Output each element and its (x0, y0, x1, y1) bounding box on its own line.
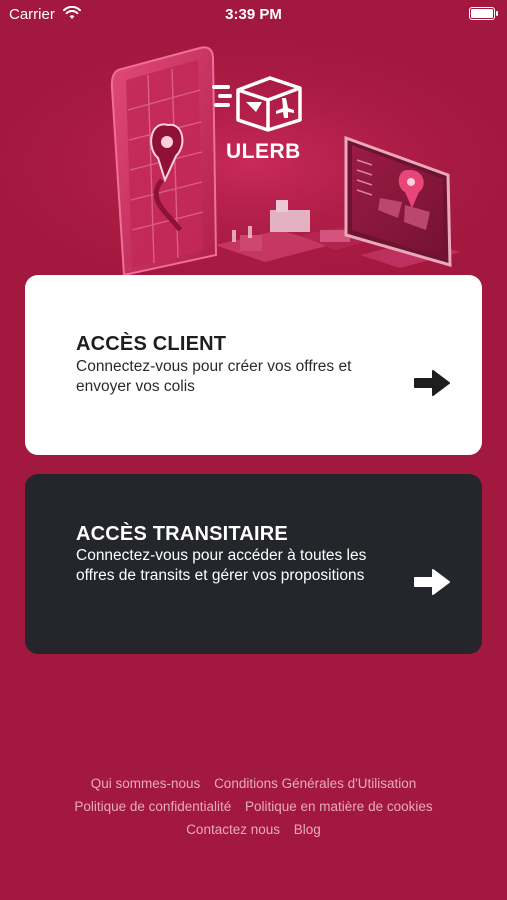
phone-map-illustration (110, 46, 218, 275)
link-contact-us[interactable]: Contactez nous (186, 822, 280, 837)
footer-links: Qui sommes-nous Conditions Générales d'U… (0, 772, 507, 841)
client-access-card[interactable]: ACCÈS CLIENT Connectez-vous pour créer v… (25, 275, 482, 455)
link-terms-of-use[interactable]: Conditions Générales d'Utilisation (214, 776, 416, 791)
transitaire-access-card[interactable]: ACCÈS TRANSITAIRE Connectez-vous pour ac… (25, 474, 482, 654)
status-bar: Carrier 3:39 PM (0, 0, 507, 30)
delivery-box-icon (212, 76, 302, 132)
link-about-us[interactable]: Qui sommes-nous (91, 776, 201, 791)
client-access-title: ACCÈS CLIENT (76, 333, 227, 355)
client-access-description: Connectez-vous pour créer vos offres et … (76, 358, 352, 395)
transitaire-access-title: ACCÈS TRANSITAIRE (76, 523, 288, 545)
transitaire-access-description: Connectez-vous pour accéder à toutes les… (76, 547, 367, 584)
arrow-right-icon[interactable] (413, 369, 451, 397)
link-cookie-policy[interactable]: Politique en matière de cookies (245, 799, 433, 814)
clock-time: 3:39 PM (225, 6, 282, 23)
brand-logo-text: ULERB (226, 140, 301, 163)
link-privacy-policy[interactable]: Politique de confidentialité (74, 799, 231, 814)
arrow-right-icon[interactable] (413, 568, 451, 596)
link-blog[interactable]: Blog (294, 822, 321, 837)
battery-icon (469, 7, 498, 20)
